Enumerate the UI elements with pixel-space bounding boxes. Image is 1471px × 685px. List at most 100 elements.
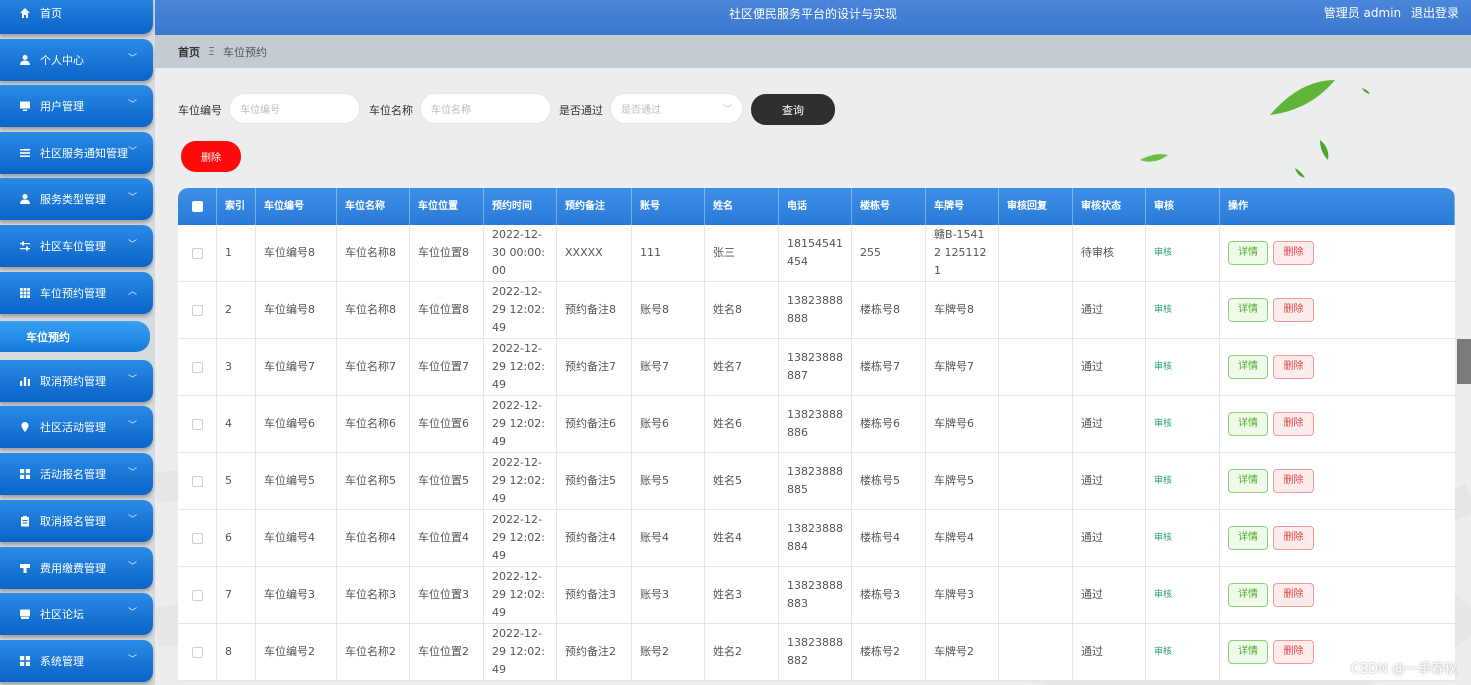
money-icon xyxy=(18,561,32,575)
row-select-cell xyxy=(178,339,217,395)
actions-cell: 详情 删除 xyxy=(1220,282,1455,338)
table-cell: 车位编号8 xyxy=(256,282,337,338)
detail-button[interactable]: 详情 xyxy=(1228,640,1268,664)
table-cell: 通过 xyxy=(1073,339,1146,395)
delete-button[interactable]: 删除 xyxy=(1273,412,1314,436)
row-checkbox[interactable] xyxy=(191,589,203,601)
top-header: 社区便民服务平台的设计与实现 管理员 admin 退出登录 xyxy=(155,0,1471,35)
table-cell: 8 xyxy=(217,624,256,680)
table-cell: 车牌号7 xyxy=(926,339,999,395)
row-checkbox[interactable] xyxy=(191,304,203,316)
apps-icon xyxy=(18,467,32,481)
audit-link[interactable]: 审核 xyxy=(1154,586,1172,604)
audit-link[interactable]: 审核 xyxy=(1154,643,1172,661)
detail-button[interactable]: 详情 xyxy=(1228,469,1268,493)
table-cell: 2022-12-29 12:02:49 xyxy=(484,624,557,680)
table-cell: 姓名3 xyxy=(705,567,779,623)
sidebar-item-system[interactable]: 系统管理 ﹀ xyxy=(0,640,153,682)
table-cell xyxy=(999,396,1073,452)
audit-link[interactable]: 审核 xyxy=(1154,472,1172,490)
table-cell: 车位位置8 xyxy=(410,225,484,281)
delete-button[interactable]: 删除 xyxy=(1273,526,1314,550)
row-checkbox[interactable] xyxy=(191,361,203,373)
detail-button[interactable]: 详情 xyxy=(1228,241,1268,265)
table-cell: 13823888884 xyxy=(779,510,852,566)
row-checkbox[interactable] xyxy=(191,247,203,259)
table-cell: 楼栋号7 xyxy=(852,339,926,395)
select-all-checkbox[interactable] xyxy=(191,201,203,212)
bar-chart-icon xyxy=(18,374,32,388)
table-cell: 张三 xyxy=(705,225,779,281)
table-cell: 车位编号6 xyxy=(256,396,337,452)
audit-link[interactable]: 审核 xyxy=(1154,529,1172,547)
delete-button[interactable]: 删除 xyxy=(1273,469,1314,493)
table-cell: 通过 xyxy=(1073,567,1146,623)
delete-button[interactable]: 删除 xyxy=(1273,583,1314,607)
sidebar-item-label: 取消报名管理 xyxy=(40,515,106,528)
detail-button[interactable]: 详情 xyxy=(1228,355,1268,379)
table-cell: 车位名称2 xyxy=(337,624,410,680)
batch-delete-button[interactable]: 删除 xyxy=(181,141,241,172)
row-checkbox[interactable] xyxy=(191,418,203,430)
table-cell: 车位名称8 xyxy=(337,282,410,338)
approved-select[interactable]: 是否通过 ﹀ xyxy=(610,93,743,124)
watermark: CSDN @一季春秋 xyxy=(1350,662,1457,677)
query-button[interactable]: 查询 xyxy=(751,94,835,125)
table-cell: 2022-12-30 00:00:00 xyxy=(484,225,557,281)
scrollbar-thumb[interactable] xyxy=(1457,339,1471,384)
audit-link[interactable]: 审核 xyxy=(1154,244,1172,262)
row-checkbox[interactable] xyxy=(191,532,203,544)
sidebar-item-notices[interactable]: 社区服务通知管理 ﹀ xyxy=(0,132,153,174)
detail-button[interactable]: 详情 xyxy=(1228,298,1268,322)
sidebar-item-label: 取消预约管理 xyxy=(40,375,106,388)
column-header: 车位位置 xyxy=(410,188,484,225)
table-cell: 车位名称3 xyxy=(337,567,410,623)
table-cell: 楼栋号8 xyxy=(852,282,926,338)
delete-button[interactable]: 删除 xyxy=(1273,241,1314,265)
row-checkbox[interactable] xyxy=(191,646,203,658)
sidebar-item-cancel-signups[interactable]: 取消报名管理 ﹀ xyxy=(0,500,153,542)
table-cell xyxy=(999,567,1073,623)
breadcrumb-home[interactable]: 首页 xyxy=(178,44,200,60)
space-name-input[interactable]: 车位名称 xyxy=(420,93,551,124)
logout-link[interactable]: 退出登录 xyxy=(1411,6,1459,20)
sidebar-item-fees[interactable]: 费用缴费管理 ﹀ xyxy=(0,547,153,589)
detail-button[interactable]: 详情 xyxy=(1228,412,1268,436)
sidebar-item-cancel-reservations[interactable]: 取消预约管理 ﹀ xyxy=(0,360,153,402)
sidebar-item-label: 社区车位管理 xyxy=(40,240,106,253)
table-cell: 车位名称4 xyxy=(337,510,410,566)
sidebar-item-profile[interactable]: 个人中心 ﹀ xyxy=(0,39,153,81)
table-row: 4 车位编号6 车位名称6 车位位置6 2022-12-29 12:02:49 预约备注6… xyxy=(178,396,1455,453)
table-cell: 车牌号3 xyxy=(926,567,999,623)
audit-link[interactable]: 审核 xyxy=(1154,301,1172,319)
sidebar-item-users[interactable]: 用户管理 ﹀ xyxy=(0,85,153,127)
sidebar-item-label: 车位预约管理 xyxy=(40,287,106,300)
space-no-input[interactable]: 车位编号 xyxy=(229,93,360,124)
sidebar-item-home[interactable]: 首页 xyxy=(0,0,153,34)
audit-link[interactable]: 审核 xyxy=(1154,358,1172,376)
sidebar-item-reservations[interactable]: 车位预约管理 ︿ xyxy=(0,272,153,314)
table-cell: 2022-12-29 12:02:49 xyxy=(484,453,557,509)
delete-button[interactable]: 删除 xyxy=(1273,640,1314,664)
table-cell: 姓名5 xyxy=(705,453,779,509)
sidebar-item-signups[interactable]: 活动报名管理 ﹀ xyxy=(0,453,153,495)
username: 管理员 admin xyxy=(1323,6,1402,20)
detail-button[interactable]: 详情 xyxy=(1228,583,1268,607)
audit-link[interactable]: 审核 xyxy=(1154,415,1172,433)
sidebar-item-activities[interactable]: 社区活动管理 ﹀ xyxy=(0,406,153,448)
delete-button[interactable]: 删除 xyxy=(1273,298,1314,322)
column-header: 账号 xyxy=(632,188,705,225)
row-checkbox[interactable] xyxy=(191,475,203,487)
table-cell: 车位编号4 xyxy=(256,510,337,566)
actions-cell: 详情 删除 xyxy=(1220,225,1455,281)
sidebar-item-parking[interactable]: 社区车位管理 ﹀ xyxy=(0,225,153,267)
sidebar-item-service-types[interactable]: 服务类型管理 ﹀ xyxy=(0,178,153,220)
delete-button[interactable]: 删除 xyxy=(1273,355,1314,379)
table-cell xyxy=(999,282,1073,338)
audit-cell: 审核 xyxy=(1146,282,1220,338)
column-header: 姓名 xyxy=(705,188,779,225)
detail-button[interactable]: 详情 xyxy=(1228,526,1268,550)
sidebar-subitem-reservation[interactable]: 车位预约 xyxy=(0,321,150,352)
filter-label-space-no: 车位编号 xyxy=(178,104,222,117)
sidebar-item-forum[interactable]: 社区论坛 ﹀ xyxy=(0,593,153,635)
